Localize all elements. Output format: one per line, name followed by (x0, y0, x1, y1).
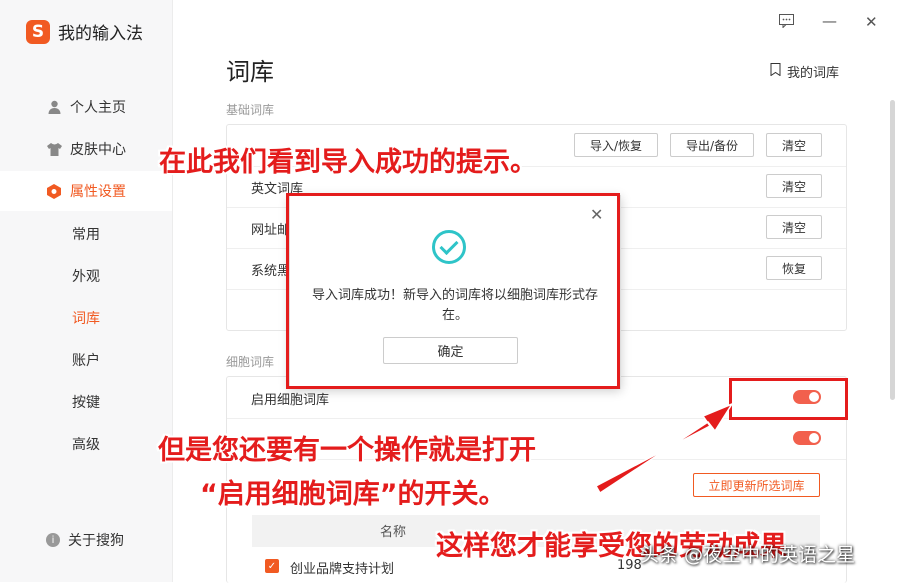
watermark: 头条 @夜空中的英语之星 (640, 544, 856, 566)
annotation-middle-1: 但是您还要有一个操作就是打开 (158, 435, 536, 466)
annotation-middle-2: “启用细胞词库”的开关。 (200, 479, 506, 510)
annotation-top: 在此我们看到导入成功的提示。 (159, 147, 537, 178)
